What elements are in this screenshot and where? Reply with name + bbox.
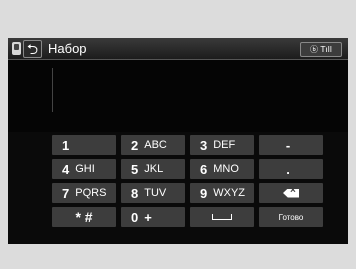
key-dash[interactable]: - <box>259 135 323 155</box>
key-8[interactable]: 8 TUV <box>121 183 185 203</box>
key-digit: 4 <box>62 161 70 177</box>
done-button[interactable]: Готово <box>259 207 323 227</box>
key-digit: 3 <box>200 137 208 153</box>
header-bar: ⮌ Набор ⓑ Tıll <box>8 38 348 60</box>
key-letters: GHI <box>75 163 95 175</box>
key-dot[interactable]: . <box>259 159 323 179</box>
key-digit: 5 <box>131 161 139 177</box>
key-2[interactable]: 2 ABC <box>121 135 185 155</box>
key-letters: + <box>144 209 152 225</box>
dial-keypad: 1 2 ABC 3 DEF - 4 GHI 5 JKL 6 MNO . 7 PQ… <box>52 135 323 227</box>
key-digit: 6 <box>200 161 208 177</box>
key-digit: 7 <box>62 185 70 201</box>
key-5[interactable]: 5 JKL <box>121 159 185 179</box>
key-letters: ABC <box>144 139 167 151</box>
key-3[interactable]: 3 DEF <box>190 135 254 155</box>
key-4[interactable]: 4 GHI <box>52 159 116 179</box>
key-digit: 2 <box>131 137 139 153</box>
phone-dial-screen: ⮌ Набор ⓑ Tıll 1 2 ABC 3 DEF - 4 GHI 5 J… <box>8 38 348 244</box>
key-letters: MNO <box>213 163 239 175</box>
space-icon <box>212 214 232 220</box>
key-6[interactable]: 6 MNO <box>190 159 254 179</box>
number-display <box>8 60 348 132</box>
key-star-hash[interactable]: * # <box>52 207 116 227</box>
key-1[interactable]: 1 <box>52 135 116 155</box>
space-button[interactable] <box>190 207 254 227</box>
phone-icon <box>12 42 21 55</box>
key-letters: TUV <box>144 187 167 199</box>
key-digit: * # <box>75 209 93 225</box>
key-digit: 8 <box>131 185 139 201</box>
key-digit: 9 <box>200 185 208 201</box>
bluetooth-signal-status: ⓑ Tıll <box>300 42 342 57</box>
back-button[interactable]: ⮌ <box>23 40 42 58</box>
key-9[interactable]: 9 WXYZ <box>190 183 254 203</box>
key-digit: . <box>286 161 290 177</box>
backspace-icon <box>283 188 299 198</box>
key-letters: DEF <box>213 139 236 151</box>
key-7[interactable]: 7 PQRS <box>52 183 116 203</box>
key-0[interactable]: 0 + <box>121 207 185 227</box>
key-digit: 0 <box>131 209 139 225</box>
done-label: Готово <box>278 212 304 222</box>
page-title: Набор <box>48 41 87 56</box>
backspace-button[interactable] <box>259 183 323 203</box>
key-digit: - <box>285 137 291 153</box>
key-digit: 1 <box>62 137 70 153</box>
text-cursor <box>52 68 53 112</box>
key-letters: WXYZ <box>213 187 246 199</box>
key-letters: JKL <box>144 163 164 175</box>
key-letters: PQRS <box>75 187 107 199</box>
